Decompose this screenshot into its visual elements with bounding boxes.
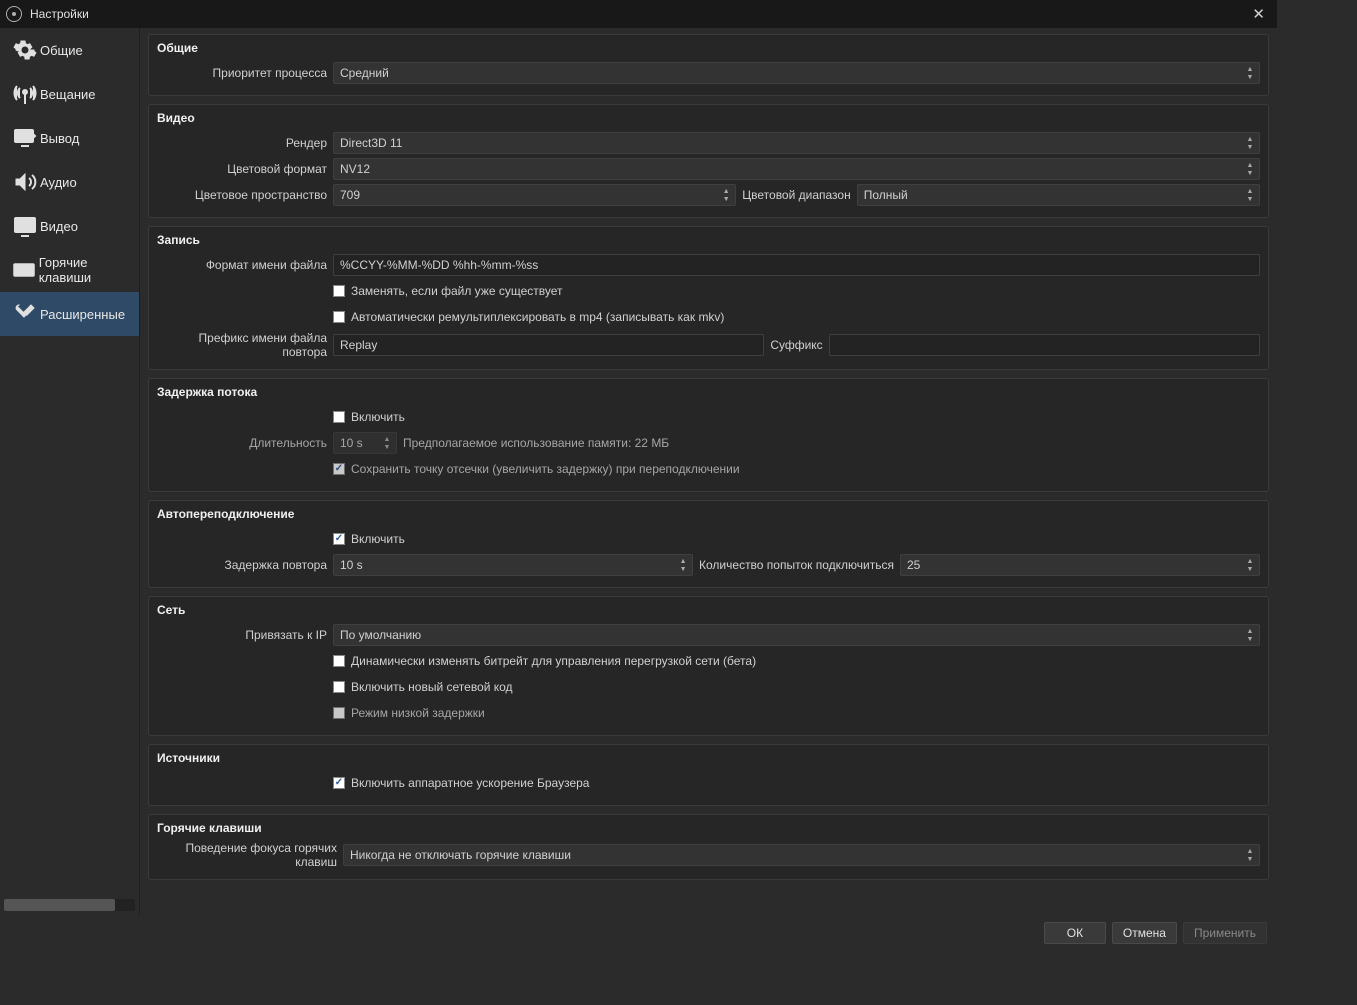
checkbox-overwrite[interactable]: Заменять, если файл уже существует: [333, 280, 563, 302]
checkbox-icon: [333, 411, 345, 423]
group-video: Видео Рендер Direct3D 11 ▲▼ Цветовой фор…: [148, 104, 1269, 218]
checkbox-icon: [333, 681, 345, 693]
label-max-retries: Количество попыток подключиться: [699, 558, 894, 572]
sidebar-item-label: Видео: [40, 219, 78, 234]
sidebar-item-hotkeys[interactable]: Горячие клавиши: [0, 248, 139, 292]
sidebar-item-video[interactable]: Видео: [0, 204, 139, 248]
group-title: Запись: [157, 233, 1260, 247]
checkbox-icon: [333, 285, 345, 297]
sidebar-item-stream[interactable]: Вещание: [0, 72, 139, 116]
sidebar-item-label: Общие: [40, 43, 83, 58]
group-title: Задержка потока: [157, 385, 1260, 399]
label-process-priority: Приоритет процесса: [157, 66, 327, 80]
group-title: Общие: [157, 41, 1260, 55]
sidebar-scrollbar[interactable]: [4, 899, 135, 911]
checkbox-low-latency[interactable]: Режим низкой задержки: [333, 702, 485, 724]
label-color-format: Цветовой формат: [157, 162, 327, 176]
select-process-priority[interactable]: Средний ▲▼: [333, 62, 1260, 84]
spin-retry-delay[interactable]: 10 s ▲▼: [333, 554, 693, 576]
label-replay-suffix: Суффикс: [770, 338, 822, 352]
sidebar-item-label: Расширенные: [40, 307, 125, 322]
checkbox-new-network-code[interactable]: Включить новый сетевой код: [333, 676, 513, 698]
gear-icon: [10, 38, 40, 62]
label-color-space: Цветовое пространство: [157, 188, 327, 202]
select-renderer[interactable]: Direct3D 11 ▲▼: [333, 132, 1260, 154]
select-color-space[interactable]: 709 ▲▼: [333, 184, 736, 206]
group-hotkeys: Горячие клавиши Поведение фокуса горячих…: [148, 814, 1269, 880]
checkbox-icon: [333, 655, 345, 667]
main-content: Общие Приоритет процесса Средний ▲▼ Виде…: [140, 28, 1277, 915]
input-replay-prefix[interactable]: [333, 334, 764, 356]
sidebar-item-label: Аудио: [40, 175, 77, 190]
checkbox-remux-mp4[interactable]: Автоматически ремультиплексировать в mp4…: [333, 306, 724, 328]
group-general: Общие Приоритет процесса Средний ▲▼: [148, 34, 1269, 96]
app-icon: [6, 6, 22, 22]
label-delay-duration: Длительность: [157, 436, 327, 450]
sidebar-item-output[interactable]: Вывод: [0, 116, 139, 160]
group-sources: Источники Включить аппаратное ускорение …: [148, 744, 1269, 806]
checkbox-icon: [333, 777, 345, 789]
sidebar-item-general[interactable]: Общие: [0, 28, 139, 72]
spin-delay-duration[interactable]: 10 s ▲▼: [333, 432, 397, 454]
checkbox-dynamic-bitrate[interactable]: Динамически изменять битрейт для управле…: [333, 650, 756, 672]
group-stream-delay: Задержка потока Включить Длительность: [148, 378, 1269, 492]
label-retry-delay: Задержка повтора: [157, 558, 327, 572]
label-bind-ip: Привязать к IP: [157, 628, 327, 642]
settings-window: Настройки ✕ Общие Вещание Вывод: [0, 0, 1277, 951]
group-reconnect: Автопереподключение Включить Задержка по…: [148, 500, 1269, 588]
label-filename-format: Формат имени файла: [157, 258, 327, 272]
select-bind-ip[interactable]: По умолчанию ▲▼: [333, 624, 1260, 646]
select-hotkey-focus[interactable]: Никогда не отключать горячие клавиши ▲▼: [343, 844, 1260, 866]
group-title: Автопереподключение: [157, 507, 1260, 521]
ok-button[interactable]: ОК: [1044, 922, 1106, 944]
checkbox-reconnect-enable[interactable]: Включить: [333, 528, 405, 550]
label-renderer: Рендер: [157, 136, 327, 150]
select-color-format[interactable]: NV12 ▲▼: [333, 158, 1260, 180]
keyboard-icon: [10, 258, 39, 282]
label-replay-prefix: Префикс имени файла повтора: [157, 331, 327, 359]
close-icon[interactable]: ✕: [1246, 5, 1271, 23]
broadcast-icon: [10, 82, 40, 106]
group-network: Сеть Привязать к IP По умолчанию ▲▼: [148, 596, 1269, 736]
audio-icon: [10, 170, 40, 194]
label-hotkey-focus: Поведение фокуса горячих клавиш: [157, 841, 337, 869]
group-title: Видео: [157, 111, 1260, 125]
cancel-button[interactable]: Отмена: [1112, 922, 1177, 944]
label-color-range: Цветовой диапазон: [742, 188, 850, 202]
checkbox-browser-hw-accel[interactable]: Включить аппаратное ускорение Браузера: [333, 772, 589, 794]
apply-button[interactable]: Применить: [1183, 922, 1267, 944]
spin-max-retries[interactable]: 25 ▲▼: [900, 554, 1260, 576]
sidebar-item-label: Горячие клавиши: [39, 255, 139, 285]
checkbox-icon: [333, 311, 345, 323]
sidebar: Общие Вещание Вывод Аудио Видео: [0, 28, 140, 915]
select-color-range[interactable]: Полный ▲▼: [857, 184, 1260, 206]
tools-icon: [10, 302, 40, 326]
dialog-footer: ОК Отмена Применить: [0, 915, 1277, 951]
titlebar: Настройки ✕: [0, 0, 1277, 28]
checkbox-icon: [333, 463, 345, 475]
group-title: Сеть: [157, 603, 1260, 617]
sidebar-item-audio[interactable]: Аудио: [0, 160, 139, 204]
window-title: Настройки: [30, 7, 1246, 21]
group-title: Источники: [157, 751, 1260, 765]
sidebar-item-label: Вывод: [40, 131, 79, 146]
label-memory-usage: Предполагаемое использование памяти: 22 …: [403, 436, 669, 450]
checkbox-stream-delay-enable[interactable]: Включить: [333, 406, 405, 428]
checkbox-icon: [333, 707, 345, 719]
checkbox-icon: [333, 533, 345, 545]
video-icon: [10, 214, 40, 238]
group-recording: Запись Формат имени файла Заменять,: [148, 226, 1269, 370]
input-replay-suffix[interactable]: [829, 334, 1260, 356]
sidebar-item-label: Вещание: [40, 87, 96, 102]
output-icon: [10, 126, 40, 150]
checkbox-preserve-cutoff[interactable]: Сохранить точку отсечки (увеличить задер…: [333, 458, 740, 480]
group-title: Горячие клавиши: [157, 821, 1260, 835]
sidebar-item-advanced[interactable]: Расширенные: [0, 292, 139, 336]
input-filename-format[interactable]: [333, 254, 1260, 276]
